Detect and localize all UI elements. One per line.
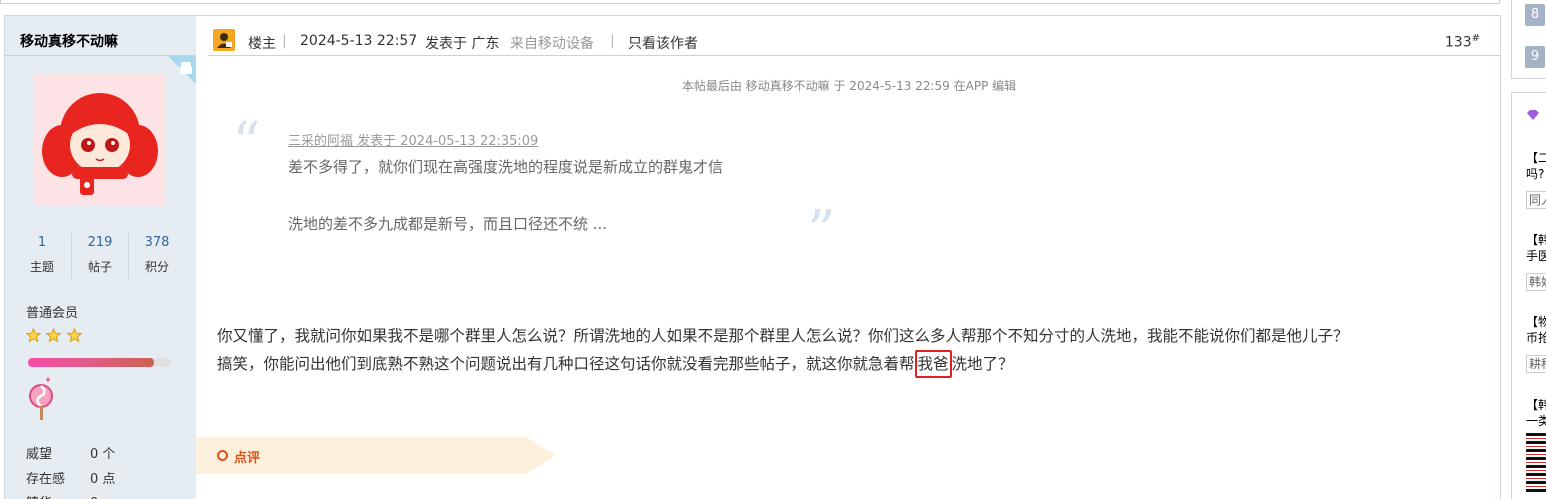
quote-block: “ 三采的阿福 发表于 2024-05-13 22:35:09 差不多得了，就你… [232, 111, 852, 260]
field-value: 0 个 [90, 447, 116, 462]
stat-value: 1 [37, 235, 47, 250]
post-datetime: 2024-5-13 22:57 [300, 33, 418, 49]
stat-points[interactable]: 378 积分 [129, 230, 185, 278]
thread-starter-icon [213, 29, 235, 51]
stat-label: 帖子 [87, 260, 112, 274]
recommend-title[interactable]: 吗? [1526, 165, 1546, 182]
user-group[interactable]: 普通会员 [26, 302, 78, 321]
comment-icon [217, 450, 228, 461]
floor-mark: # [1471, 33, 1480, 44]
comment-button[interactable]: 点评 [234, 447, 260, 466]
recommend-tag[interactable]: 同人 [1526, 191, 1546, 209]
page-number-button[interactable]: 9 [1525, 46, 1545, 68]
divider [208, 55, 1500, 56]
star-icon [25, 327, 42, 347]
field-prestige: 威望 0 个 [26, 443, 115, 462]
recommend-title[interactable]: 一类 [1526, 412, 1546, 429]
stat-threads[interactable]: 1 主题 [14, 230, 70, 278]
recommend-title[interactable]: 【韩 [1526, 396, 1546, 413]
open-quote-icon: “ [232, 111, 261, 176]
rank-stars [25, 327, 83, 347]
recommend-title[interactable]: 【二 [1526, 149, 1546, 166]
diamond-icon [1527, 110, 1539, 120]
field-digest: 精华0 [26, 492, 98, 499]
separator: | [610, 33, 615, 49]
android-icon [168, 56, 196, 84]
author-stats: 1 主题 219 帖子 378 积分 [5, 230, 196, 282]
stat-label: 积分 [144, 260, 169, 274]
recommend-title[interactable]: 【物 [1526, 313, 1546, 330]
author-sidebar: 移动真移不动嘛 1 主题 219 帖子 378 积分 普通会员 威望 0 个 存… [5, 16, 196, 499]
close-quote-icon: ” [807, 199, 836, 264]
floor-number[interactable]: 133# [1445, 33, 1480, 51]
page-number-button[interactable]: 8 [1525, 4, 1545, 26]
body-paragraph: 搞笑，你能问出他们到底熟不熟这个问题说出有几种口径这句话你就没看完那些帖子，就这… [217, 350, 1477, 378]
post-location: 发表于 广东 [425, 36, 500, 52]
stat-value: 378 [144, 235, 170, 250]
floor-value: 133 [1444, 34, 1472, 51]
avatar[interactable] [34, 73, 166, 205]
field-key: 存在感 [26, 472, 66, 487]
recommend-title[interactable]: 【韩 [1526, 231, 1546, 248]
stat-value: 219 [87, 235, 113, 250]
recommend-title[interactable]: 币抢 [1526, 329, 1546, 346]
stat-posts[interactable]: 219 帖子 [72, 230, 128, 278]
only-author-link[interactable]: 只看该作者 [628, 33, 698, 53]
separator: | [282, 33, 287, 49]
field-presence: 存在感 0 点 [26, 468, 115, 487]
star-icon [66, 327, 83, 347]
star-icon [46, 327, 62, 347]
avatar-illustration-icon [42, 93, 158, 195]
right-rail: 8 9 【二 吗? 同人 【韩 手医 韩娱 【物 币抢 耕种 【韩 一类 [1511, 0, 1546, 499]
field-key: 威望 [26, 447, 53, 462]
quote-source-link[interactable]: 三采的阿福 发表于 2024-05-13 22:35:09 [288, 130, 538, 149]
quote-line: 差不多得了，就你们现在高强度洗地的程度说是新成立的群鬼才信 [288, 158, 724, 176]
body-text-segment: 洗地了？ [951, 355, 1014, 373]
recommend-tag[interactable]: 韩娱 [1526, 273, 1546, 291]
post-device[interactable]: 来自移动设备 [510, 33, 594, 53]
lollipop-medal-icon[interactable] [26, 376, 58, 422]
field-key: 精华 [26, 492, 90, 499]
recommend-title[interactable]: 手医 [1526, 247, 1546, 264]
body-paragraph: 你又懂了，我就问你如果我不是哪个群里人怎么说？所谓洗地的人如果不是那个群里人怎么… [217, 327, 1349, 345]
body-text-segment: 搞笑，你能问出他们到底熟不熟这个问题说出有几种口径这句话你就没看完那些帖子，就这… [217, 355, 915, 373]
level-progress-bar [28, 358, 171, 367]
post-main: 楼主 | 2024-5-13 22:57 发表于 广东 来自移动设备 | 只看该… [196, 16, 1502, 499]
post-body: 你又懂了，我就问你如果我不是哪个群里人怎么说？所谓洗地的人如果不是那个群里人怎么… [217, 322, 1477, 378]
top-frame-border [0, 0, 1500, 4]
recommend-tag[interactable]: 耕种 [1526, 355, 1546, 373]
recommend-thumbnail[interactable] [1526, 433, 1546, 493]
field-value: 0 点 [90, 472, 116, 487]
highlighted-text: 我爸 [914, 350, 952, 378]
post-role: 楼主 [248, 36, 276, 52]
post-container: 移动真移不动嘛 1 主题 219 帖子 378 积分 普通会员 威望 0 个 存… [4, 15, 1501, 499]
author-name[interactable]: 移动真移不动嘛 [20, 31, 118, 51]
quote-line: 洗地的差不多九成都是新号，而且口径还不统 ... [288, 215, 608, 233]
stat-label: 主题 [29, 260, 54, 274]
edited-note: 本帖最后由 移动真移不动嘛 于 2024-5-13 22:59 在APP 编辑 [681, 79, 1017, 93]
level-progress-fill [28, 358, 154, 367]
